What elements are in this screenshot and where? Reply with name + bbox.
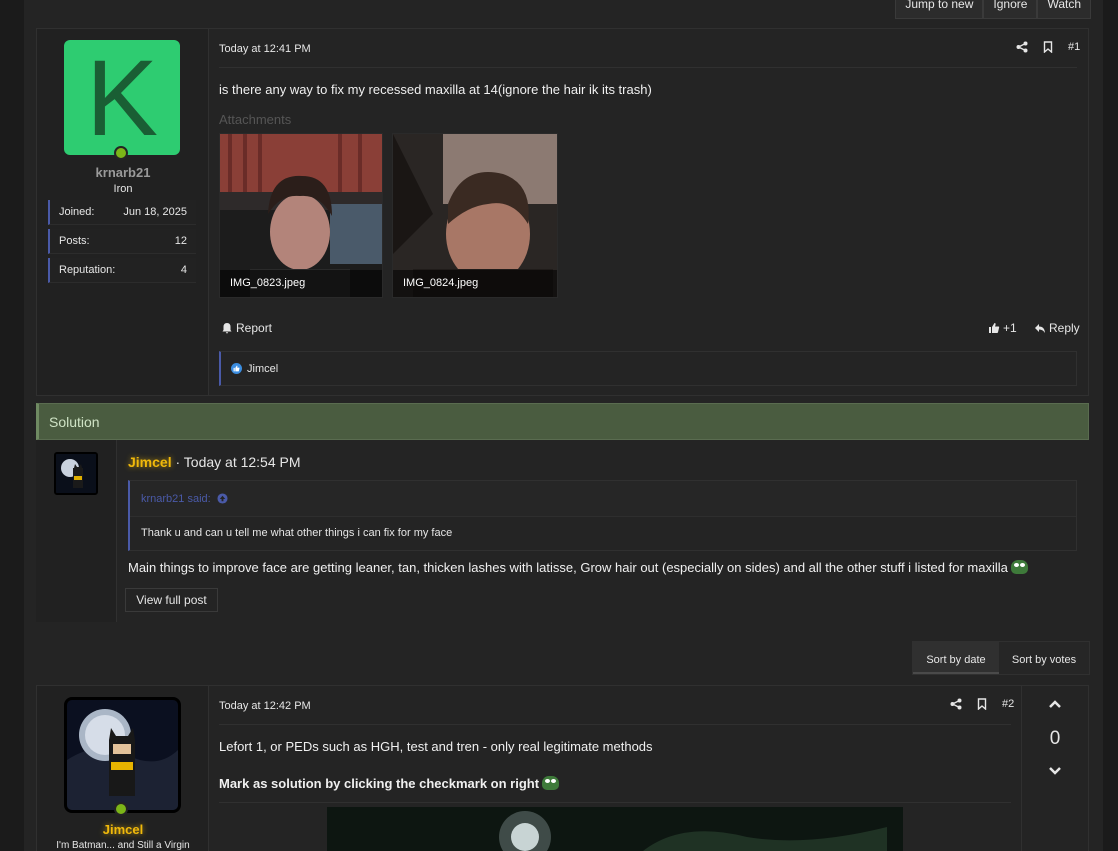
post-text: Lefort 1, or PEDs such as HGH, test and … bbox=[219, 739, 653, 754]
quote-header[interactable]: krnarb21 said: bbox=[130, 481, 1076, 517]
avatar[interactable] bbox=[54, 452, 98, 495]
bookmark-icon[interactable] bbox=[1042, 41, 1054, 53]
post-1: K krnarb21 Iron Joined: Jun 18, 2025 Post… bbox=[36, 28, 1089, 396]
post-text: is there any way to fix my recessed maxi… bbox=[219, 82, 652, 97]
vote-count: 0 bbox=[1049, 728, 1061, 749]
vote-column: 0 bbox=[1021, 686, 1088, 851]
solution-block: Jimcel · Today at 12:54 PM krnarb21 said… bbox=[36, 440, 1089, 622]
reply-button[interactable]: Reply bbox=[1034, 321, 1080, 335]
post-date[interactable]: Today at 12:42 PM bbox=[219, 700, 311, 712]
reply-icon bbox=[1035, 324, 1045, 333]
divider bbox=[219, 802, 1011, 803]
dark-photo-image bbox=[327, 807, 903, 851]
upvote-icon[interactable] bbox=[1048, 699, 1062, 709]
share-icon[interactable] bbox=[950, 698, 962, 710]
avatar[interactable] bbox=[64, 697, 181, 813]
watch-button[interactable]: Watch bbox=[1037, 0, 1091, 19]
attachment-filename: IMG_0823.jpeg bbox=[220, 270, 382, 297]
author-name[interactable]: Jimcel bbox=[128, 454, 172, 470]
solution-date[interactable]: · Today at 12:54 PM bbox=[175, 454, 300, 470]
divider bbox=[219, 724, 1011, 725]
arrow-up-circle-icon bbox=[217, 493, 228, 504]
username[interactable]: Jimcel bbox=[37, 822, 209, 837]
post-tools: #1 bbox=[1016, 41, 1080, 53]
batman-avatar-image bbox=[56, 454, 96, 493]
attachment-thumbnail[interactable]: IMG_0824.jpeg bbox=[392, 133, 558, 298]
solution-meta: Jimcel · Today at 12:54 PM bbox=[128, 454, 301, 470]
user-panel: Jimcel I'm Batman... and Still a Virgin bbox=[37, 686, 209, 851]
stat-reputation: Reputation: 4 bbox=[48, 258, 196, 283]
post-bold-text: Mark as solution by clicking the checkma… bbox=[219, 776, 560, 791]
quote-author: krnarb21 said: bbox=[141, 493, 211, 505]
view-full-post-button[interactable]: View full post bbox=[125, 588, 218, 612]
attachments-label: Attachments bbox=[219, 112, 292, 127]
attachment-filename: IMG_0824.jpeg bbox=[393, 270, 557, 297]
downvote-icon[interactable] bbox=[1048, 766, 1062, 776]
tab-sort-by-date[interactable]: Sort by date bbox=[913, 642, 999, 674]
online-indicator-icon bbox=[114, 146, 128, 160]
username[interactable]: krnarb21 bbox=[37, 165, 209, 180]
solution-avatar-column bbox=[36, 440, 117, 622]
user-panel: K krnarb21 Iron Joined: Jun 18, 2025 Post… bbox=[37, 29, 209, 395]
avatar[interactable]: K bbox=[64, 40, 180, 155]
reactor-name[interactable]: Jimcel bbox=[247, 363, 278, 375]
embedded-image[interactable] bbox=[327, 807, 903, 851]
divider bbox=[219, 67, 1077, 68]
post-number[interactable]: #2 bbox=[1002, 698, 1014, 710]
ignore-button[interactable]: Ignore bbox=[983, 0, 1038, 19]
sort-tabs: Sort by date Sort by votes bbox=[912, 641, 1090, 675]
solution-header: Solution bbox=[36, 403, 1089, 440]
bookmark-icon[interactable] bbox=[976, 698, 988, 710]
post-tools: #2 bbox=[950, 698, 1014, 710]
post-date[interactable]: Today at 12:41 PM bbox=[219, 43, 311, 55]
pepe-emoji-icon bbox=[1010, 560, 1028, 574]
bell-icon bbox=[222, 323, 232, 334]
share-icon[interactable] bbox=[1016, 41, 1028, 53]
thread-actions: Jump to new Ignore Watch bbox=[895, 0, 1091, 19]
tab-sort-by-votes[interactable]: Sort by votes bbox=[999, 642, 1089, 674]
report-button[interactable]: Report bbox=[221, 321, 272, 335]
batman-avatar-image bbox=[67, 700, 178, 810]
post-number[interactable]: #1 bbox=[1068, 41, 1080, 53]
user-title: Iron bbox=[113, 183, 133, 195]
like-reaction-icon bbox=[231, 363, 242, 374]
stat-joined: Joined: Jun 18, 2025 bbox=[48, 200, 196, 225]
post-2: Jimcel I'm Batman... and Still a Virgin … bbox=[36, 685, 1089, 851]
quote-text: Thank u and can u tell me what other thi… bbox=[141, 527, 453, 539]
pepe-emoji-icon bbox=[542, 776, 560, 790]
quote-block: krnarb21 said: Thank u and can u tell me… bbox=[128, 480, 1077, 551]
stat-posts: Posts: 12 bbox=[48, 229, 196, 254]
attachment-thumbnail[interactable]: IMG_0823.jpeg bbox=[219, 133, 383, 298]
solution-text: Main things to improve face are getting … bbox=[128, 560, 1028, 575]
reactions-bar[interactable]: Jimcel bbox=[219, 351, 1077, 386]
online-indicator-icon bbox=[114, 802, 128, 816]
thumbs-up-icon bbox=[989, 323, 1000, 333]
jump-to-new-button[interactable]: Jump to new bbox=[895, 0, 984, 19]
user-title: I'm Batman... and Still a Virgin bbox=[56, 840, 190, 851]
like-button[interactable]: +1 bbox=[988, 321, 1017, 335]
